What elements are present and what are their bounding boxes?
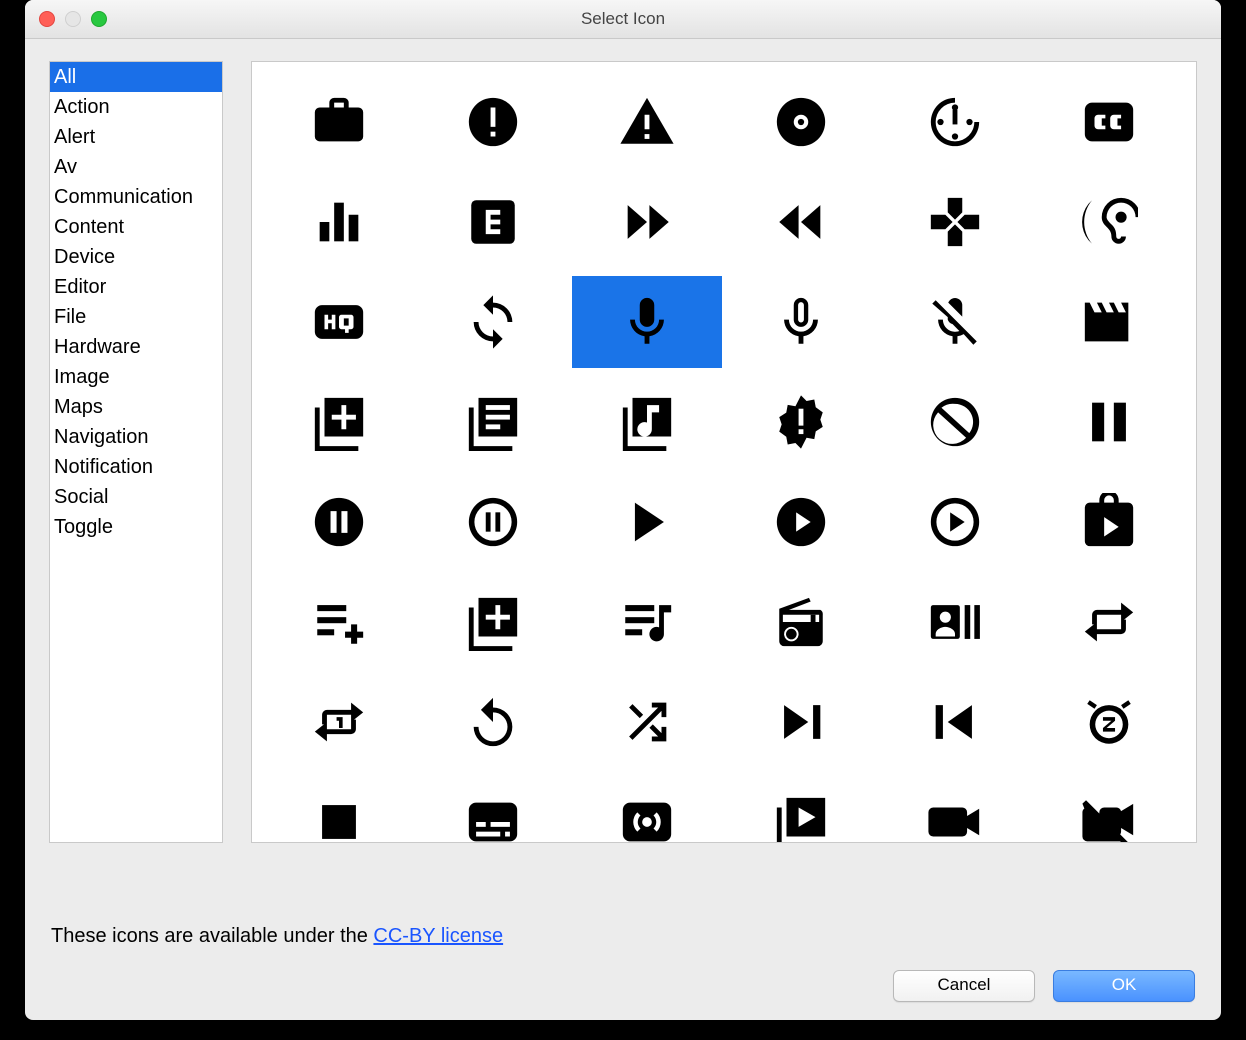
explicit-icon[interactable] xyxy=(418,176,568,268)
fast-forward-icon[interactable] xyxy=(572,176,722,268)
icon-grid xyxy=(252,62,1196,843)
sidebar-item-social[interactable]: Social xyxy=(50,482,222,512)
equalizer-icon[interactable] xyxy=(264,176,414,268)
category-list[interactable]: AllActionAlertAvCommunicationContentDevi… xyxy=(49,61,223,843)
sidebar-item-device[interactable]: Device xyxy=(50,242,222,272)
sidebar-item-editor[interactable]: Editor xyxy=(50,272,222,302)
pause-icon[interactable] xyxy=(1034,376,1184,468)
subtitles-icon[interactable] xyxy=(418,776,568,843)
sidebar-item-file[interactable]: File xyxy=(50,302,222,332)
stop-icon[interactable] xyxy=(264,776,414,843)
shuffle-icon[interactable] xyxy=(572,676,722,768)
dialog-buttons: Cancel OK xyxy=(51,970,1195,1002)
radio-icon[interactable] xyxy=(726,576,876,668)
sidebar-item-action[interactable]: Action xyxy=(50,92,222,122)
sidebar-item-image[interactable]: Image xyxy=(50,362,222,392)
play-circle-fill-icon[interactable] xyxy=(726,476,876,568)
play-circle-outline-icon[interactable] xyxy=(880,476,1030,568)
recent-actors-icon[interactable] xyxy=(880,576,1030,668)
sidebar-item-hardware[interactable]: Hardware xyxy=(50,332,222,362)
skip-next-icon[interactable] xyxy=(726,676,876,768)
mic-none-icon[interactable] xyxy=(726,276,876,368)
mic-icon[interactable] xyxy=(572,276,722,368)
repeat-one-icon[interactable] xyxy=(264,676,414,768)
my-library-music-icon[interactable] xyxy=(572,376,722,468)
pause-circle-fill-icon[interactable] xyxy=(264,476,414,568)
cancel-button[interactable]: Cancel xyxy=(893,970,1035,1002)
sidebar-item-alert[interactable]: Alert xyxy=(50,122,222,152)
not-interested-icon[interactable] xyxy=(880,376,1030,468)
titlebar: Select Icon xyxy=(25,0,1221,39)
ok-button[interactable]: OK xyxy=(1053,970,1195,1002)
license-prefix: These icons are available under the xyxy=(51,925,373,947)
sidebar-item-notification[interactable]: Notification xyxy=(50,452,222,482)
skip-previous-icon[interactable] xyxy=(880,676,1030,768)
surround-sound-icon[interactable] xyxy=(572,776,722,843)
snooze-icon[interactable] xyxy=(1034,676,1184,768)
repeat-icon[interactable] xyxy=(1034,576,1184,668)
icon-grid-viewport[interactable] xyxy=(251,61,1197,843)
dialog-content: AllActionAlertAvCommunicationContentDevi… xyxy=(25,39,1221,915)
album-icon[interactable] xyxy=(726,76,876,168)
sidebar-item-content[interactable]: Content xyxy=(50,212,222,242)
av-timer-icon[interactable] xyxy=(880,76,1030,168)
hearing-icon[interactable] xyxy=(1034,176,1184,268)
videocam-icon[interactable] xyxy=(880,776,1030,843)
sidebar-item-av[interactable]: Av xyxy=(50,152,222,182)
loop-icon[interactable] xyxy=(418,276,568,368)
work-icon[interactable] xyxy=(264,76,414,168)
closed-caption-icon[interactable] xyxy=(1034,76,1184,168)
movie-icon[interactable] xyxy=(1034,276,1184,368)
video-collection-icon[interactable] xyxy=(726,776,876,843)
games-icon[interactable] xyxy=(880,176,1030,268)
select-icon-dialog: Select Icon AllActionAlertAvCommunicatio… xyxy=(25,0,1221,1020)
sidebar-item-all[interactable]: All xyxy=(50,62,222,92)
error-icon[interactable] xyxy=(418,76,568,168)
my-library-books-icon[interactable] xyxy=(418,376,568,468)
my-library-add-icon[interactable] xyxy=(264,376,414,468)
queue-music-icon[interactable] xyxy=(572,576,722,668)
window-title: Select Icon xyxy=(25,9,1221,29)
fast-rewind-icon[interactable] xyxy=(726,176,876,268)
play-shopping-bag-icon[interactable] xyxy=(1034,476,1184,568)
high-quality-icon[interactable] xyxy=(264,276,414,368)
license-link[interactable]: CC-BY license xyxy=(373,925,503,947)
play-arrow-icon[interactable] xyxy=(572,476,722,568)
dialog-footer: These icons are available under the CC-B… xyxy=(25,915,1221,1020)
sidebar-item-maps[interactable]: Maps xyxy=(50,392,222,422)
sidebar-item-navigation[interactable]: Navigation xyxy=(50,422,222,452)
videocam-off-icon[interactable] xyxy=(1034,776,1184,843)
replay-icon[interactable] xyxy=(418,676,568,768)
sidebar-item-toggle[interactable]: Toggle xyxy=(50,512,222,542)
warning-icon[interactable] xyxy=(572,76,722,168)
new-releases-icon[interactable] xyxy=(726,376,876,468)
mic-off-icon[interactable] xyxy=(880,276,1030,368)
playlist-add-icon[interactable] xyxy=(264,576,414,668)
queue-icon[interactable] xyxy=(418,576,568,668)
pause-circle-outline-icon[interactable] xyxy=(418,476,568,568)
license-text: These icons are available under the CC-B… xyxy=(51,925,1195,948)
sidebar-item-communication[interactable]: Communication xyxy=(50,182,222,212)
